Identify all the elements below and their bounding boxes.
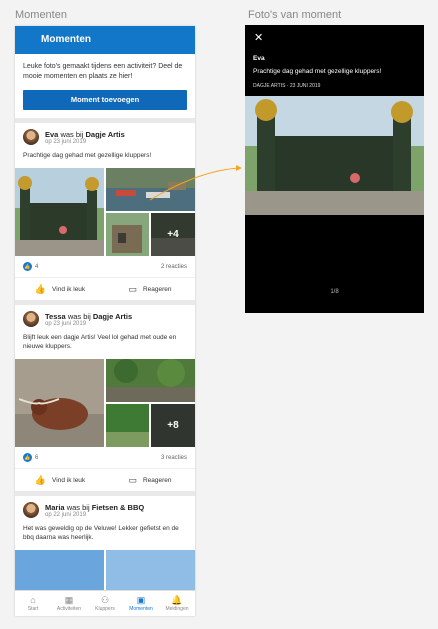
more-photos-count: +8 bbox=[151, 404, 195, 447]
photo-more[interactable]: +8 bbox=[151, 404, 195, 447]
post-text: Prachtige dag gehad met gezellige kluppe… bbox=[23, 152, 152, 159]
likes-count: 6 bbox=[35, 455, 39, 462]
photo-zoo-building[interactable] bbox=[106, 213, 149, 256]
post-stats: 👍 6 3 reacties bbox=[15, 447, 195, 469]
activity-name[interactable]: Dagje Artis bbox=[85, 130, 124, 139]
photo-zoo-gate[interactable] bbox=[15, 168, 104, 258]
people-icon: ⚇ bbox=[100, 595, 110, 605]
post-text: Blijft leuk een dagje Artis! Veel lol ge… bbox=[23, 334, 177, 350]
reactions-count[interactable]: 3 reacties bbox=[161, 455, 187, 461]
photos-icon: ▣ bbox=[136, 595, 146, 605]
post-header: Tessa was bij Dagje Artis op 23 juni 201… bbox=[15, 305, 195, 331]
nav-label: Meldingen bbox=[165, 606, 189, 612]
author-name[interactable]: Eva bbox=[45, 130, 58, 139]
momenten-screen: Momenten Leuke foto's gemaakt tijdens ee… bbox=[15, 26, 195, 616]
close-icon[interactable]: ✕ bbox=[254, 31, 263, 44]
comment-icon: ▭ bbox=[128, 474, 137, 485]
post-author: Eva was bij Dagje Artis bbox=[45, 130, 125, 139]
viewer-author: Eva bbox=[253, 55, 265, 62]
post-author: Tessa was bij Dagje Artis bbox=[45, 312, 132, 321]
photo-longhorn[interactable] bbox=[15, 359, 104, 449]
screen-label-fotos: Foto's van moment bbox=[248, 9, 342, 21]
activity-name[interactable]: Dagje Artis bbox=[93, 312, 132, 321]
activity-name[interactable]: Fietsen & BBQ bbox=[92, 503, 145, 512]
nav-label: Momenten bbox=[129, 606, 153, 612]
post-header: Maria was bij Fietsen & BBQ op 22 juni 2… bbox=[15, 496, 195, 522]
nav-kluppers[interactable]: ⚇ Kluppers bbox=[87, 591, 123, 616]
nav-label: Start bbox=[27, 606, 39, 612]
post-date: op 23 juni 2019 bbox=[45, 138, 87, 145]
photo-garden[interactable] bbox=[106, 404, 149, 447]
nav-activiteiten[interactable]: ▦ Activiteiten bbox=[51, 591, 87, 616]
reply-button[interactable]: ▭ Reageren bbox=[105, 469, 195, 491]
author-name[interactable]: Maria bbox=[45, 503, 65, 512]
post-author: Maria was bij Fietsen & BBQ bbox=[45, 503, 144, 512]
avatar[interactable] bbox=[23, 502, 39, 518]
app-bar: Momenten bbox=[15, 26, 195, 54]
post-header: Eva was bij Dagje Artis op 23 juni 2019 bbox=[15, 123, 195, 149]
photo-grid: +8 bbox=[15, 359, 195, 447]
like-label: Vind ik leuk bbox=[52, 285, 86, 293]
like-button[interactable]: 👍 Vind ik leuk bbox=[15, 469, 105, 491]
likes-count: 4 bbox=[35, 264, 39, 271]
home-icon: ⌂ bbox=[30, 595, 36, 605]
post-actions: 👍 Vind ik leuk ▭ Reageren bbox=[15, 278, 195, 300]
viewer-caption: Prachtige dag gehad met gezellige kluppe… bbox=[253, 68, 382, 75]
nav-label: Activiteiten bbox=[56, 606, 82, 612]
screen-label-momenten: Momenten bbox=[15, 9, 67, 21]
bell-icon: 🔔 bbox=[171, 595, 183, 605]
likes-count-wrap[interactable]: 👍 6 bbox=[23, 453, 38, 462]
post-actions: 👍 Vind ik leuk ▭ Reageren bbox=[15, 469, 195, 491]
intro-card: Leuke foto's gemaakt tijdens een activit… bbox=[15, 54, 195, 118]
like-badge-icon: 👍 bbox=[23, 453, 32, 462]
post-date: op 23 juni 2019 bbox=[45, 320, 87, 327]
post-card: Eva was bij Dagje Artis op 23 juni 2019 … bbox=[15, 123, 195, 300]
thumbs-up-icon: 👍 bbox=[34, 283, 47, 294]
reply-label: Reageren bbox=[142, 285, 172, 293]
post-date: op 22 juni 2019 bbox=[45, 511, 87, 518]
like-badge-icon: 👍 bbox=[23, 262, 32, 271]
comment-icon: ▭ bbox=[128, 283, 137, 294]
add-moment-button[interactable]: Moment toevoegen bbox=[23, 90, 187, 110]
page-title: Momenten bbox=[41, 34, 91, 45]
photo-viewer-screen: ✕ Eva Prachtige dag gehad met gezellige … bbox=[245, 25, 424, 313]
was-bij-text: was bij bbox=[60, 129, 84, 139]
reactions-count[interactable]: 2 reacties bbox=[161, 264, 187, 270]
photo-boats[interactable] bbox=[106, 168, 195, 211]
like-button[interactable]: 👍 Vind ik leuk bbox=[15, 278, 105, 300]
calendar-icon: ▦ bbox=[64, 595, 74, 605]
nav-meldingen[interactable]: 🔔 Meldingen bbox=[159, 591, 195, 616]
photo-counter: 1/8 bbox=[330, 289, 339, 295]
like-label: Vind ik leuk bbox=[52, 476, 86, 484]
more-photos-count: +4 bbox=[151, 213, 195, 256]
post-text: Het was geweldig op de Veluwe! Lekker ge… bbox=[23, 525, 179, 541]
photo-grid: +4 bbox=[15, 168, 195, 256]
nav-momenten[interactable]: ▣ Momenten bbox=[123, 591, 159, 616]
photo-sky-2[interactable] bbox=[106, 550, 195, 593]
nav-start[interactable]: ⌂ Start bbox=[15, 591, 51, 616]
was-bij-text: was bij bbox=[66, 502, 90, 512]
photo-trees[interactable] bbox=[106, 359, 195, 402]
reply-button[interactable]: ▭ Reageren bbox=[105, 278, 195, 300]
author-name[interactable]: Tessa bbox=[45, 312, 66, 321]
likes-count-wrap[interactable]: 👍 4 bbox=[23, 262, 38, 271]
photo-more[interactable]: +4 bbox=[151, 213, 195, 256]
avatar[interactable] bbox=[23, 311, 39, 327]
post-stats: 👍 4 2 reacties bbox=[15, 256, 195, 278]
thumbs-up-icon: 👍 bbox=[34, 474, 47, 485]
avatar[interactable] bbox=[23, 129, 39, 145]
intro-text: Leuke foto's gemaakt tijdens een activit… bbox=[23, 63, 183, 80]
viewer-meta: DAGJE ARTIS · 23 JUNI 2019 bbox=[253, 83, 321, 89]
reply-label: Reageren bbox=[142, 476, 172, 484]
nav-label: Kluppers bbox=[95, 606, 115, 612]
viewer-photo[interactable] bbox=[245, 96, 424, 215]
bottom-navigation: ⌂ Start ▦ Activiteiten ⚇ Kluppers ▣ Momenten… bbox=[15, 590, 195, 616]
was-bij-text: was bij bbox=[67, 311, 91, 321]
post-card: Tessa was bij Dagje Artis op 23 juni 201… bbox=[15, 305, 195, 491]
